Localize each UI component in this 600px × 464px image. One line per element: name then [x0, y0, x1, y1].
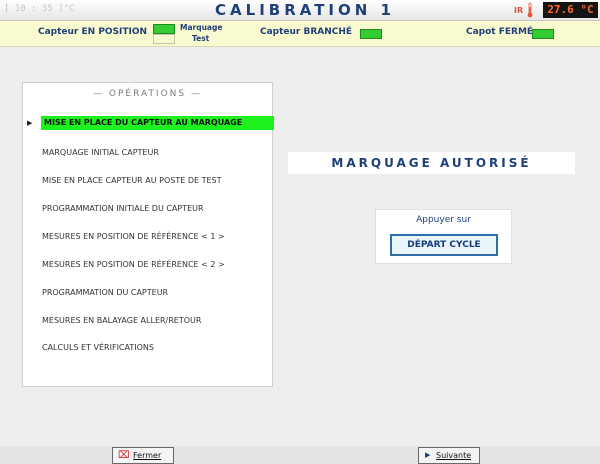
operation-item-3[interactable]: PROGRAMMATION INITIALE DU CAPTEUR [42, 204, 204, 213]
fermer-label: Fermer [133, 451, 162, 460]
capteur-position-label: Capteur EN POSITION [38, 27, 148, 37]
time-readout: [ 10 : 35 ]°C [4, 4, 75, 14]
status-bar: Capteur EN POSITION Marquage Test Capteu… [0, 21, 600, 47]
bottom-bar: ⌧ Fermer ▶ Suivante [0, 446, 600, 464]
sensor-label: IR [514, 6, 524, 15]
play-icon: ▶ [425, 451, 431, 459]
operations-panel: — OPÉRATIONS — ▶ MISE EN PLACE DU CAPTEU… [22, 82, 274, 387]
suivante-label: Suivante [436, 451, 472, 460]
operation-item-4[interactable]: MESURES EN POSITION DE RÉFÉRENCE < 1 > [42, 232, 225, 241]
fermer-button[interactable]: ⌧ Fermer [112, 447, 174, 464]
operation-item-5[interactable]: MESURES EN POSITION DE RÉFÉRENCE < 2 > [42, 260, 225, 269]
operation-item-2[interactable]: MISE EN PLACE CAPTEUR AU POSTE DE TEST [42, 176, 222, 185]
operation-item-1[interactable]: MARQUAGE INITIAL CAPTEUR [42, 148, 159, 157]
thermometer-icon [527, 2, 533, 18]
page-title: CALIBRATION 1 [215, 1, 395, 19]
close-icon: ⌧ [118, 450, 130, 461]
capteur-branche-label: Capteur BRANCHÉ [260, 27, 353, 37]
test-label: Test [192, 34, 210, 43]
prompt-box: Appuyer sur DÉPART CYCLE [375, 209, 512, 264]
operation-item-6[interactable]: PROGRAMMATION DU CAPTEUR [42, 288, 168, 297]
capot-ferme-label: Capot FERMÉ [466, 27, 534, 37]
operation-item-8[interactable]: CALCULS ET VÉRIFICATIONS [42, 343, 154, 352]
play-marker-icon: ▶ [27, 119, 33, 127]
temperature-display: 27.6 °C [543, 2, 598, 18]
prompt-text: Appuyer sur [416, 215, 471, 225]
capteur-branche-led [360, 29, 382, 39]
capot-ferme-led [532, 29, 554, 39]
operations-header: — OPÉRATIONS — [93, 89, 202, 99]
status-banner: MARQUAGE AUTORISÉ [288, 152, 575, 174]
test-led [153, 34, 175, 44]
depart-cycle-button[interactable]: DÉPART CYCLE [390, 234, 498, 256]
operation-item-7[interactable]: MESURES EN BALAYAGE ALLER/RETOUR [42, 316, 201, 325]
marquage-label: Marquage [180, 23, 223, 32]
title-bar: [ 10 : 35 ]°C CALIBRATION 1 IR 27.6 °C [0, 0, 600, 21]
marquage-led [153, 24, 175, 34]
suivante-button[interactable]: ▶ Suivante [418, 447, 480, 464]
operation-item-0[interactable]: MISE EN PLACE DU CAPTEUR AU MARQUAGE [41, 116, 274, 130]
